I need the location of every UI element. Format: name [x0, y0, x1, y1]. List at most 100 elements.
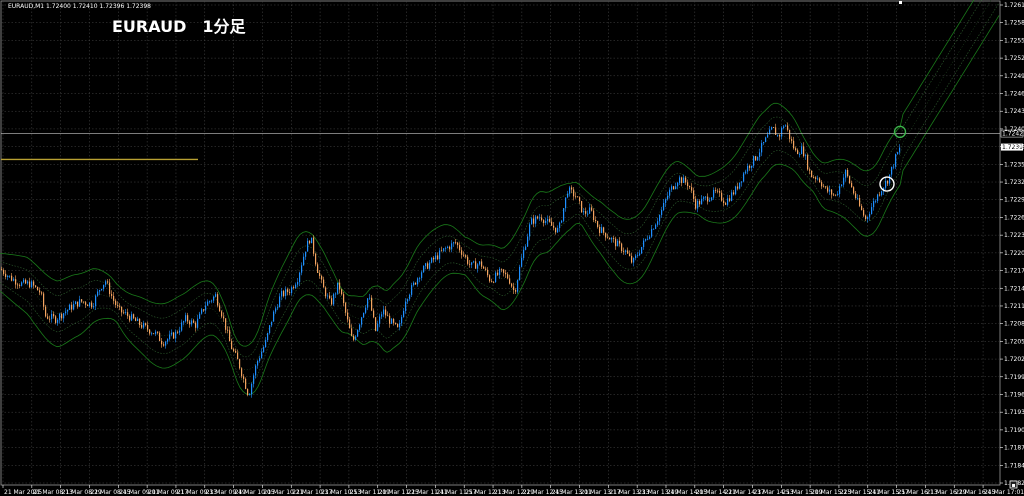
candle-bear [321, 275, 323, 280]
candle-bull [563, 208, 565, 221]
price-tick-label: 1.71847 [1004, 462, 1024, 469]
price-tick-label: 1.72587 [1004, 20, 1024, 27]
candle-bull [297, 281, 299, 285]
candle-bear [195, 322, 197, 328]
candle-bear [17, 284, 19, 286]
candle-bull [95, 295, 97, 307]
candle-bear [723, 200, 725, 204]
candle-bear [533, 218, 535, 224]
candle-bear [1, 269, 3, 271]
price-tick-label: 1.72617 [1004, 2, 1024, 9]
candle-bear [685, 177, 687, 183]
candle-bear [505, 272, 507, 275]
candle-bull [547, 218, 549, 221]
candle-bull [661, 210, 663, 216]
candle-bear [553, 225, 555, 228]
candle-bull [703, 197, 705, 199]
candle-bull [843, 177, 845, 185]
price-tick-label: 1.71937 [1004, 409, 1024, 416]
candle-bull [561, 220, 563, 223]
candle-bull [479, 261, 481, 265]
candle-bear [721, 192, 723, 201]
candle-bull [305, 251, 307, 257]
candle-bear [393, 319, 395, 323]
candle-bear [61, 313, 63, 319]
candle-bull [891, 166, 893, 175]
candle-bear [813, 177, 815, 178]
candle-bull [589, 207, 591, 214]
candle-bear [87, 304, 89, 307]
candle-bull [333, 294, 335, 305]
candle-bull [675, 186, 677, 189]
candle-bear [235, 350, 237, 353]
candle-bear [319, 272, 321, 276]
candle-bear [323, 279, 325, 288]
candle-bull [637, 255, 639, 256]
candle-bear [49, 318, 51, 320]
candle-bull [777, 134, 779, 136]
candle-bull [889, 174, 891, 184]
candle-bear [597, 221, 599, 227]
candle-bear [571, 187, 573, 190]
candle-bear [819, 178, 821, 183]
candle-bull [65, 311, 67, 314]
candle-bull [875, 200, 877, 202]
candle-bear [861, 205, 863, 211]
candle-bear [227, 329, 229, 331]
candle-bull [399, 323, 401, 328]
candle-bear [823, 186, 825, 188]
candle-bull [169, 334, 171, 340]
candle-bear [853, 187, 855, 194]
candle-bear [3, 270, 5, 274]
candle-bear [19, 285, 21, 286]
candle-bear [481, 261, 483, 267]
candle-bear [349, 319, 351, 329]
candle-bear [385, 309, 387, 316]
candle-bear [221, 311, 223, 317]
candle-bear [629, 253, 631, 256]
candle-bear [593, 210, 595, 220]
candle-bull [739, 182, 741, 189]
candle-bull [523, 249, 525, 258]
candle-bear [497, 272, 499, 275]
candle-bear [83, 301, 85, 303]
candle-bear [15, 279, 17, 285]
candle-bear [469, 263, 471, 265]
candle-bear [247, 388, 249, 395]
candle-bear [123, 312, 125, 314]
candle-bear [127, 312, 129, 316]
candle-bull [477, 264, 479, 269]
candle-bear [725, 203, 727, 205]
candle-bull [443, 248, 445, 251]
candle-bear [849, 176, 851, 184]
candle-bear [691, 187, 693, 191]
candle-bear [831, 189, 833, 195]
price-tick-label: 1.72352 [1004, 161, 1024, 168]
candle-bear [287, 289, 289, 293]
candle-bear [573, 189, 575, 197]
price-tick-label: 1.71877 [1004, 445, 1024, 452]
candle-bull [271, 321, 273, 326]
candle-bear [159, 332, 161, 341]
candle-bear [591, 207, 593, 211]
candle-bear [283, 291, 285, 296]
candle-bull [801, 146, 803, 154]
candle-bull [873, 201, 875, 208]
candle-bull [263, 347, 265, 352]
price-tick-label: 1.72172 [1004, 268, 1024, 275]
candle-bull [143, 323, 145, 328]
candle-bear [791, 139, 793, 141]
candle-bear [551, 221, 553, 226]
candle-bear [239, 359, 241, 369]
candle-bull [877, 194, 879, 201]
candle-bear [585, 211, 587, 214]
candle-bear [187, 315, 189, 322]
candle-bull [73, 304, 75, 310]
candle-bull [101, 288, 103, 291]
candle-bear [493, 281, 495, 283]
candle-bull [355, 336, 357, 340]
candle-bear [489, 275, 491, 282]
price-tick-label: 1.72112 [1004, 303, 1024, 310]
candle-bear [245, 378, 247, 389]
candle-bear [149, 329, 151, 334]
